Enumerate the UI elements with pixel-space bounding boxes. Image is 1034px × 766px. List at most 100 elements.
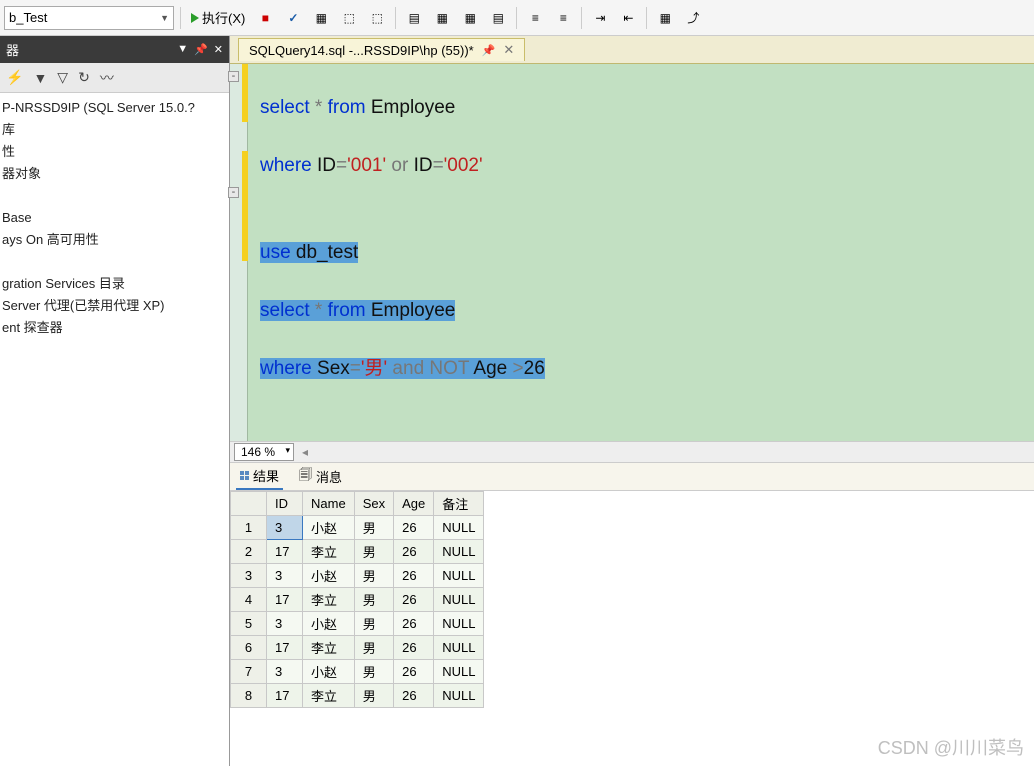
cell[interactable]: 26	[394, 516, 434, 540]
object-tree[interactable]: P-NRSSD9IP (SQL Server 15.0.?库性器对象 Basea…	[0, 93, 229, 343]
cell[interactable]: 17	[267, 636, 303, 660]
cell[interactable]: 男	[354, 588, 393, 612]
cell[interactable]: 17	[267, 588, 303, 612]
code-area[interactable]: select * from Employee where ID='001' or…	[248, 64, 545, 441]
cell[interactable]: NULL	[434, 684, 484, 708]
tb-icon-11[interactable]: ⇤	[616, 5, 640, 31]
scroll-left-icon[interactable]: ◂	[302, 445, 308, 459]
filter-icon[interactable]: ▼	[33, 70, 47, 86]
cell[interactable]: 3	[267, 516, 303, 540]
tree-item[interactable]: ays On 高可用性	[0, 229, 229, 251]
cell[interactable]: 3	[267, 660, 303, 684]
cell[interactable]: 李立	[303, 540, 355, 564]
cell[interactable]: 26	[394, 660, 434, 684]
tree-item[interactable]: 器对象	[0, 163, 229, 185]
funnel-icon[interactable]: ▽	[57, 69, 68, 86]
database-selector[interactable]: b_Test ▼	[4, 6, 174, 30]
cell[interactable]: 26	[394, 540, 434, 564]
table-row[interactable]: 33小赵男26NULL	[231, 564, 484, 588]
tree-item[interactable]	[0, 185, 229, 207]
tb-icon-10[interactable]: ⇥	[588, 5, 612, 31]
results-grid-container[interactable]: IDNameSexAge备注13小赵男26NULL217李立男26NULL33小…	[230, 491, 1034, 766]
tb-icon-4[interactable]: ▤	[402, 5, 426, 31]
zoom-selector[interactable]: 146 %	[234, 443, 294, 461]
tree-item[interactable]: P-NRSSD9IP (SQL Server 15.0.?	[0, 97, 229, 119]
tb-icon-12[interactable]: ▦	[653, 5, 677, 31]
cell[interactable]: 26	[394, 636, 434, 660]
tb-icon-3[interactable]: ⬚	[365, 5, 389, 31]
close-icon[interactable]: ✕	[503, 42, 514, 58]
table-row[interactable]: 13小赵男26NULL	[231, 516, 484, 540]
tree-item[interactable]: ent 探查器	[0, 317, 229, 339]
parse-button[interactable]: ✓	[281, 5, 305, 31]
tb-icon-6[interactable]: ▦	[458, 5, 482, 31]
stop-button[interactable]: ■	[253, 5, 277, 31]
sql-tab[interactable]: SQLQuery14.sql -...RSSD9IP\hp (55))* 📌 ✕	[238, 38, 525, 61]
column-header[interactable]: ID	[267, 492, 303, 516]
cell[interactable]: 李立	[303, 684, 355, 708]
sql-editor[interactable]: - - select * from Employee where ID='001…	[230, 64, 1034, 441]
cell[interactable]: NULL	[434, 564, 484, 588]
cell[interactable]: 男	[354, 684, 393, 708]
cell[interactable]: 26	[394, 588, 434, 612]
tb-icon-7[interactable]: ▤	[486, 5, 510, 31]
cell[interactable]: 小赵	[303, 564, 355, 588]
tb-icon-2[interactable]: ⬚	[337, 5, 361, 31]
column-header[interactable]: Sex	[354, 492, 393, 516]
collapse-icon[interactable]: -	[228, 187, 239, 198]
cell[interactable]: NULL	[434, 636, 484, 660]
refresh-icon[interactable]: ↻	[78, 69, 90, 86]
cell[interactable]: NULL	[434, 660, 484, 684]
table-row[interactable]: 417李立男26NULL	[231, 588, 484, 612]
cell[interactable]: NULL	[434, 516, 484, 540]
cell[interactable]: NULL	[434, 540, 484, 564]
table-row[interactable]: 217李立男26NULL	[231, 540, 484, 564]
tree-item[interactable]: 库	[0, 119, 229, 141]
column-header[interactable]: Name	[303, 492, 355, 516]
cell[interactable]: 男	[354, 540, 393, 564]
cell[interactable]: 小赵	[303, 516, 355, 540]
tb-icon-1[interactable]: ▦	[309, 5, 333, 31]
tb-icon-5[interactable]: ▦	[430, 5, 454, 31]
tb-icon-8[interactable]: ≡	[523, 5, 547, 31]
cell[interactable]: 李立	[303, 588, 355, 612]
results-tab[interactable]: 结果	[236, 463, 283, 490]
tree-item[interactable]: 性	[0, 141, 229, 163]
cell[interactable]: 26	[394, 684, 434, 708]
cell[interactable]: 17	[267, 684, 303, 708]
close-icon[interactable]: ✕	[214, 43, 223, 56]
cell[interactable]: 3	[267, 564, 303, 588]
connect-icon[interactable]: ⚡	[6, 69, 23, 86]
activity-icon[interactable]: 〰	[100, 68, 114, 88]
cell[interactable]: 李立	[303, 636, 355, 660]
cell[interactable]: 男	[354, 516, 393, 540]
cell[interactable]: 26	[394, 564, 434, 588]
tb-icon-9[interactable]: ≡	[551, 5, 575, 31]
dropdown-icon[interactable]: ▼	[177, 43, 188, 56]
cell[interactable]: 小赵	[303, 660, 355, 684]
table-row[interactable]: 53小赵男26NULL	[231, 612, 484, 636]
messages-tab[interactable]: 🗐 消息	[295, 463, 346, 491]
cell[interactable]: 男	[354, 660, 393, 684]
tree-item[interactable]: Server 代理(已禁用代理 XP)	[0, 295, 229, 317]
cell[interactable]: 男	[354, 636, 393, 660]
tree-item[interactable]: Base	[0, 207, 229, 229]
cell[interactable]: NULL	[434, 588, 484, 612]
column-header[interactable]: Age	[394, 492, 434, 516]
cell[interactable]: 男	[354, 564, 393, 588]
cell[interactable]: 26	[394, 612, 434, 636]
pin-icon[interactable]: 📌	[194, 43, 208, 56]
cell[interactable]: NULL	[434, 612, 484, 636]
table-row[interactable]: 817李立男26NULL	[231, 684, 484, 708]
table-row[interactable]: 617李立男26NULL	[231, 636, 484, 660]
table-row[interactable]: 73小赵男26NULL	[231, 660, 484, 684]
tree-item[interactable]	[0, 251, 229, 273]
cell[interactable]: 男	[354, 612, 393, 636]
cell[interactable]: 17	[267, 540, 303, 564]
pin-icon[interactable]: 📌	[482, 44, 496, 57]
collapse-icon[interactable]: -	[228, 71, 239, 82]
execute-button[interactable]: 执行(X)	[187, 5, 249, 31]
cell[interactable]: 小赵	[303, 612, 355, 636]
tree-item[interactable]: gration Services 目录	[0, 273, 229, 295]
tb-icon-13[interactable]: ⤴	[681, 5, 705, 31]
